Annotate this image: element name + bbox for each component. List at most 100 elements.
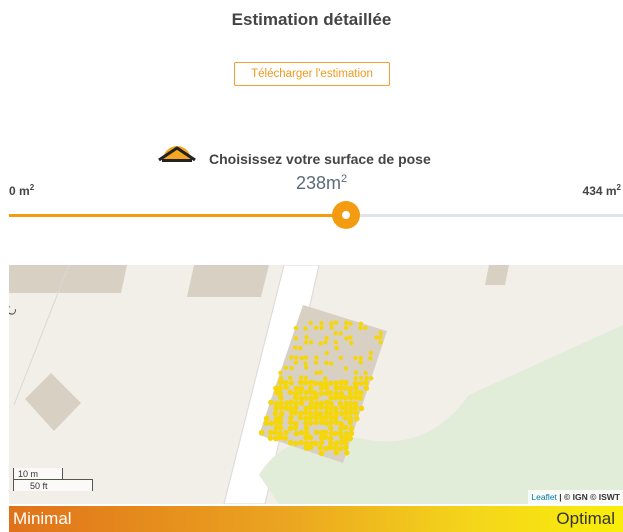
panel-dot [263, 420, 270, 427]
surface-label: Choisissez votre surface de pose [209, 151, 431, 167]
panel-dot [318, 385, 325, 391]
slider-max-value: 434 m2 [582, 183, 621, 198]
legend-max-label: Optimal [556, 509, 615, 528]
panel-dot [343, 320, 349, 326]
panel-dot [298, 375, 304, 380]
panel-dot [263, 415, 270, 422]
solar-panel-layer [258, 320, 383, 457]
panel-dot [374, 335, 379, 340]
panel-dot [352, 394, 359, 401]
panel-dot [358, 325, 363, 331]
panel-dot [292, 405, 299, 411]
panel-dot [298, 400, 305, 407]
panel-dot [348, 335, 353, 340]
panel-dot [353, 370, 359, 375]
panel-dot [322, 415, 329, 421]
panel-dot [338, 355, 343, 361]
panel-dot [287, 389, 294, 396]
panel-dot [307, 414, 314, 421]
panel-dot [289, 365, 294, 371]
leaflet-link[interactable]: Leaflet [531, 492, 557, 502]
panel-dot [338, 434, 345, 441]
panel-dot [327, 425, 334, 431]
panel-dot [303, 440, 310, 447]
panel-dot [342, 405, 349, 411]
scale-imperial: 50 ft [13, 479, 93, 491]
panel-dot [327, 380, 334, 387]
panel-dot [314, 370, 319, 375]
panel-dot [288, 399, 294, 406]
roof-map[interactable]: C 10 m 50 ft Leaflet | © IGN © ISWT [9, 265, 623, 504]
panel-dot [363, 370, 368, 376]
panel-dot [343, 444, 349, 451]
panel-dot [338, 410, 345, 417]
panel-dot [293, 360, 299, 365]
panel-dot [353, 355, 358, 361]
panel-dot [268, 399, 274, 406]
panel-dot [299, 355, 304, 361]
download-estimate-button[interactable]: Télécharger l'estimation [234, 62, 390, 86]
panel-dot [378, 330, 383, 335]
panel-dot [302, 395, 309, 402]
panel-dot [277, 425, 284, 431]
panel-dot [323, 340, 328, 345]
slider-handle[interactable] [332, 201, 360, 229]
panel-dot [327, 444, 334, 451]
panel-dot [333, 419, 340, 426]
panel-dot [357, 395, 364, 401]
panel-dot [337, 394, 344, 401]
panel-dot [353, 415, 360, 422]
panel-dot [363, 385, 370, 392]
panel-dot [273, 435, 279, 442]
panel-dot [337, 385, 344, 391]
panel-dot [318, 439, 325, 446]
panel-dot [307, 444, 314, 451]
panel-dot [298, 345, 303, 351]
panel-dot [328, 361, 334, 366]
panel-dot [304, 335, 309, 340]
panel-dot [287, 419, 294, 426]
panel-dot [282, 435, 289, 441]
panel-dot [303, 389, 309, 396]
panel-dot [328, 419, 334, 426]
panel-dot [342, 394, 349, 401]
panel-dot [313, 414, 319, 421]
page-title: Estimation détaillée [231, 10, 392, 29]
panel-dot [303, 425, 310, 431]
panel-dot [278, 404, 285, 411]
panel-dot [358, 321, 364, 326]
panel-dot [302, 379, 309, 386]
panel-dot [293, 345, 298, 350]
panel-dot [343, 325, 349, 331]
panel-dot [364, 375, 369, 381]
panel-dot [329, 325, 334, 330]
panel-dot [342, 424, 349, 431]
panel-dot [343, 366, 349, 371]
panel-dot [323, 384, 330, 391]
panel-dot [288, 375, 293, 381]
panel-dot [312, 405, 319, 411]
panel-dot [313, 394, 319, 401]
panel-dot [277, 385, 284, 391]
panel-dot [272, 410, 279, 417]
panel-dot [319, 325, 324, 330]
panel-dot [283, 384, 289, 391]
panel-dot [353, 410, 359, 416]
panel-dot [329, 321, 334, 326]
panel-dot [288, 380, 294, 386]
panel-dot [333, 449, 340, 456]
panel-dot [333, 320, 339, 325]
panel-dot [272, 429, 279, 436]
legend-min-label: Minimal [13, 509, 72, 528]
panel-dot [358, 405, 365, 412]
surface-slider[interactable] [9, 201, 623, 229]
panel-dot [333, 440, 340, 446]
panel-dot [307, 404, 314, 411]
panel-dot [378, 340, 383, 345]
panel-dot [327, 389, 334, 396]
panel-dot [334, 346, 339, 351]
panel-dot [352, 384, 359, 391]
panel-dot [342, 415, 349, 421]
panel-dot [353, 375, 358, 381]
panel-dot [358, 355, 364, 361]
